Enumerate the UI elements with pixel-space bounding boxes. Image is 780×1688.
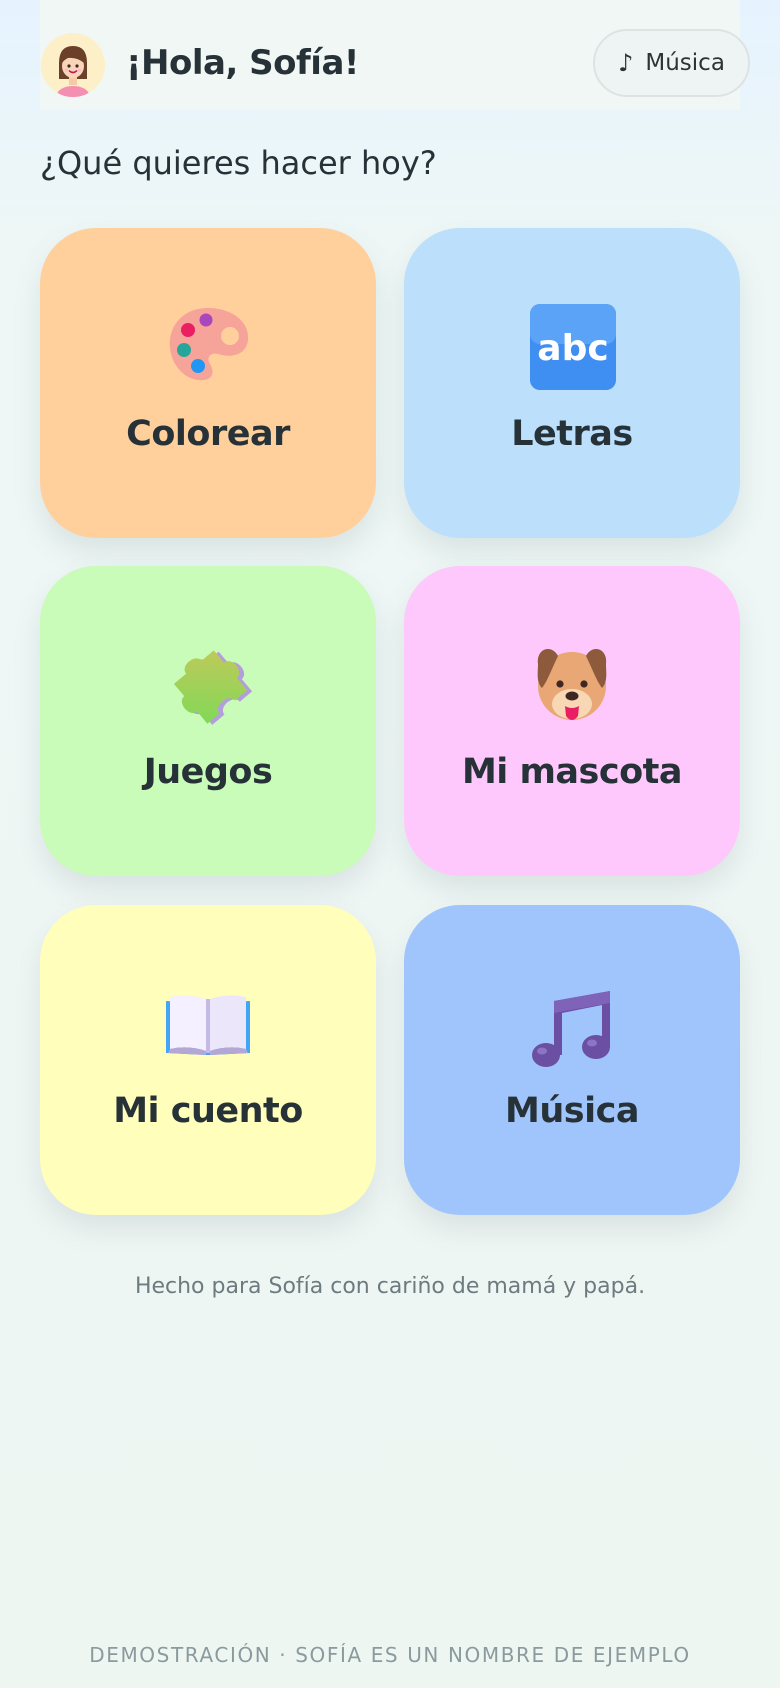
tile-mi-cuento[interactable]: Mi cuento	[40, 905, 376, 1215]
tile-label: Letras	[511, 414, 633, 454]
tile-label: Mi mascota	[461, 752, 683, 792]
tile-letras[interactable]: abc Letras	[404, 228, 740, 538]
demo-disclaimer: DEMOSTRACIÓN · SOFÍA ES UN NOMBRE DE EJE…	[89, 1643, 691, 1667]
tile-juegos[interactable]: Juegos	[40, 566, 376, 876]
tile-musica[interactable]: Música	[404, 905, 740, 1215]
svg-text:abc: abc	[537, 328, 608, 369]
open-book-icon	[166, 995, 250, 1055]
tile-colorear[interactable]: Colorear	[40, 228, 376, 538]
avatar	[41, 33, 105, 97]
greeting-title: ¡Hola, Sofía!	[126, 43, 359, 83]
musical-note-icon	[532, 991, 610, 1067]
tile-label: Colorear	[126, 414, 290, 454]
tile-label: Mi cuento	[113, 1091, 303, 1131]
tile-mi-mascota[interactable]: Mi mascota	[404, 566, 740, 876]
tile-label: Música	[505, 1091, 639, 1131]
tile-label: Juegos	[143, 752, 273, 792]
page-subtitle: ¿Qué quieres hacer hoy?	[40, 144, 437, 182]
footer-note: Hecho para Sofía con cariño de mamá y pa…	[134, 1274, 646, 1299]
music-note-icon: ♪	[618, 49, 634, 77]
dog-face-icon	[537, 649, 607, 720]
abc-icon: abc	[530, 304, 616, 390]
palette-icon	[169, 308, 249, 381]
music-button[interactable]: ♪ Música	[593, 29, 750, 97]
girl-avatar-icon	[57, 46, 89, 97]
music-button-label: Música	[645, 50, 725, 76]
puzzle-piece-icon	[173, 650, 253, 725]
